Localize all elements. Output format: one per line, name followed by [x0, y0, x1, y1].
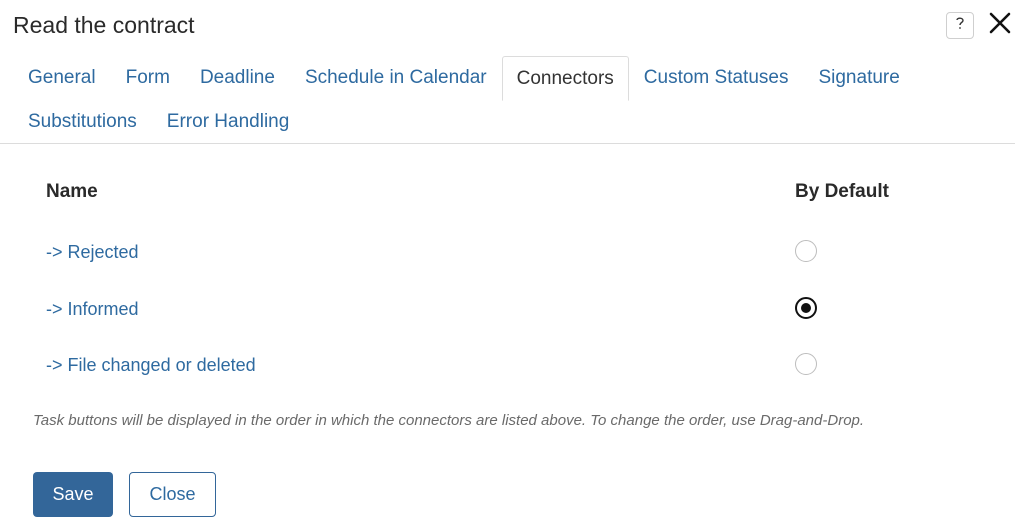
connector-row[interactable]: -> File changed or deleted: [0, 353, 1015, 389]
tab-schedule-in-calendar[interactable]: Schedule in Calendar: [290, 56, 502, 100]
help-button[interactable]: [946, 12, 974, 39]
tab-general[interactable]: General: [13, 56, 111, 100]
connector-row[interactable]: -> Rejected: [0, 240, 1015, 276]
tab-form[interactable]: Form: [111, 56, 185, 100]
tab-bar-row-1: General Form Deadline Schedule in Calend…: [13, 56, 915, 101]
ordering-hint: Task buttons will be displayed in the or…: [33, 412, 865, 429]
help-icon: [953, 15, 967, 36]
tab-bar-row-2: Substitutions Error Handling: [13, 100, 304, 144]
default-radio-rejected[interactable]: [795, 240, 817, 262]
tab-divider: [0, 143, 1015, 144]
default-radio-informed[interactable]: [795, 297, 817, 319]
tab-substitutions[interactable]: Substitutions: [13, 100, 152, 144]
close-icon: [989, 12, 1011, 39]
connector-label-rejected[interactable]: -> Rejected: [46, 240, 139, 264]
dialog-title: Read the contract: [13, 12, 195, 38]
tab-error-handling[interactable]: Error Handling: [152, 100, 305, 144]
column-header-by-default: By Default: [795, 181, 889, 202]
tab-custom-statuses[interactable]: Custom Statuses: [629, 56, 804, 100]
tab-signature[interactable]: Signature: [803, 56, 914, 100]
tab-deadline[interactable]: Deadline: [185, 56, 290, 100]
tab-connectors[interactable]: Connectors: [501, 56, 629, 101]
save-button[interactable]: Save: [33, 472, 113, 517]
default-radio-file-changed[interactable]: [795, 353, 817, 375]
connector-label-file-changed[interactable]: -> File changed or deleted: [46, 353, 256, 377]
close-dialog-button[interactable]: [986, 11, 1014, 39]
connector-label-informed[interactable]: -> Informed: [46, 297, 139, 321]
connector-row[interactable]: -> Informed: [0, 297, 1015, 333]
column-header-name: Name: [46, 181, 98, 202]
close-button[interactable]: Close: [129, 472, 216, 517]
